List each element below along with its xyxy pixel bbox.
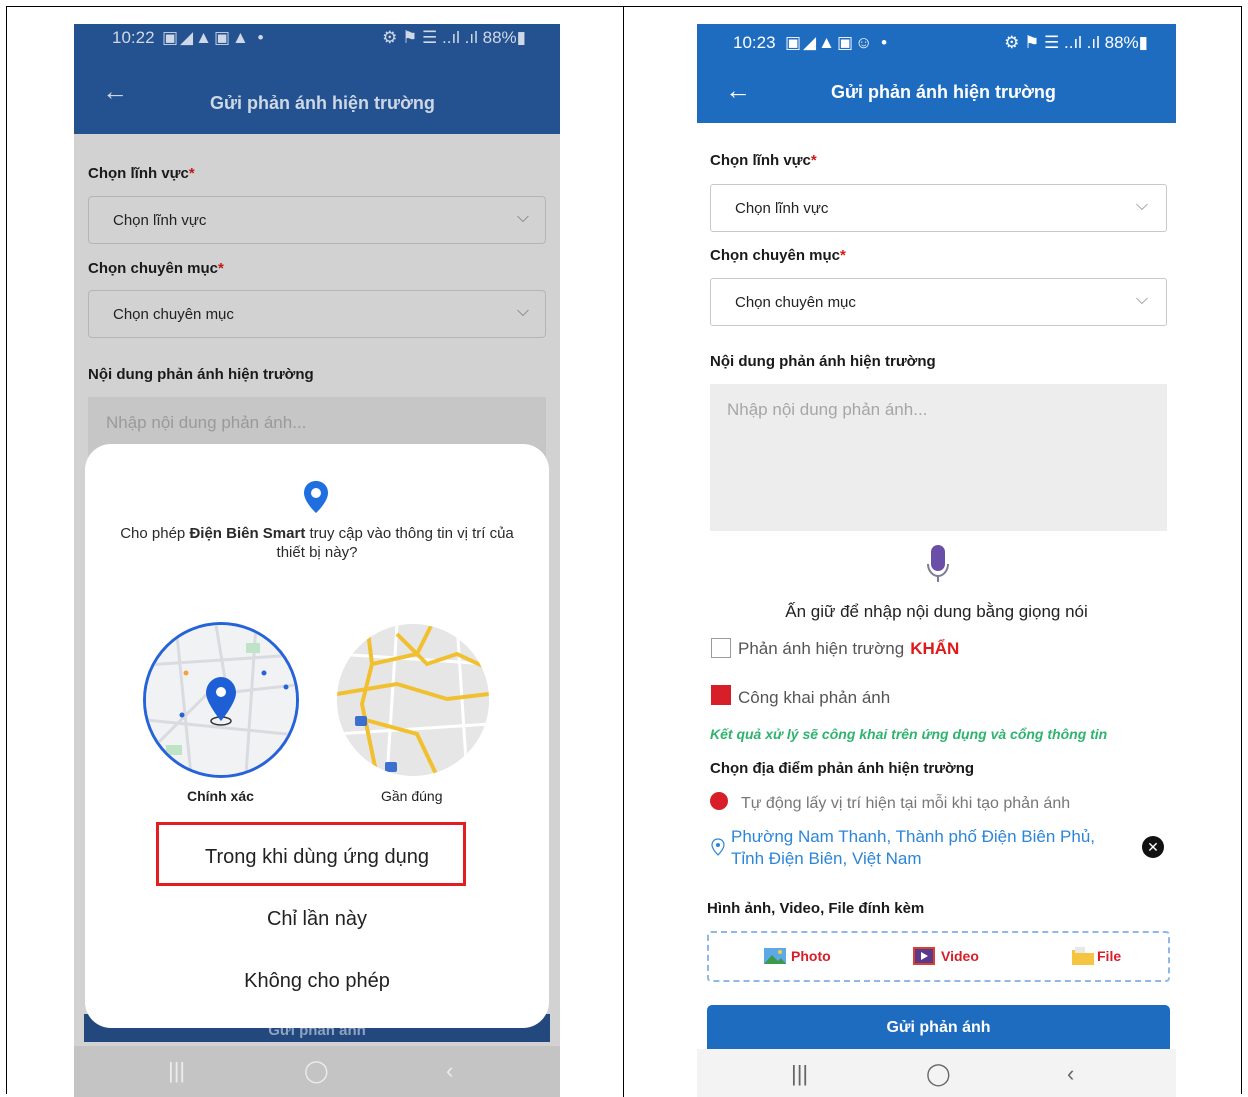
category-label: Chọn chuyên mục* [710, 247, 846, 264]
status-time: 10:22 [112, 28, 155, 47]
auto-location-radio[interactable] [710, 792, 728, 810]
field-select[interactable]: Chọn lĩnh vực ⌵ [710, 184, 1167, 232]
precise-label: Chính xác [187, 788, 254, 804]
required-mark: * [840, 247, 846, 264]
public-label: Công khai phản ánh [738, 688, 891, 707]
video-icon [913, 947, 935, 965]
category-select[interactable]: Chọn chuyên mục ⌵ [88, 290, 546, 338]
system-nav-bar: ||| ◯ ‹ [697, 1049, 1176, 1097]
field-select-value: Chọn lĩnh vực [113, 212, 207, 229]
content-placeholder: Nhập nội dung phản ánh... [727, 400, 928, 419]
required-mark: * [218, 260, 224, 277]
status-bar: 10:22 ▣◢▲▣▲ • ⚙ ⚑ ☰ ..ıl .ıl 88%▮ [74, 24, 560, 52]
voice-hint: Ấn giữ để nhập nội dung bằng giọng nói [785, 602, 1088, 621]
right-phone-screen: 10:23 ▣◢▲▣☺ • ⚙ ⚑ ☰ ..ıl .ıl 88%▮ ← Gửi … [697, 24, 1176, 1097]
location-pin-icon [304, 481, 328, 513]
content-textarea[interactable]: Nhập nội dung phản ánh... [710, 384, 1167, 531]
category-select[interactable]: Chọn chuyên mục ⌵ [710, 278, 1167, 326]
precise-location-option[interactable] [143, 622, 299, 778]
location-pin-icon [711, 838, 725, 856]
page-title: Gửi phản ánh hiện trường [831, 82, 1056, 102]
left-phone-screen: 10:22 ▣◢▲▣▲ • ⚙ ⚑ ☰ ..ıl .ıl 88%▮ ← Gửi … [74, 24, 560, 1097]
approximate-location-option[interactable] [337, 624, 489, 776]
home-icon[interactable]: ◯ [926, 1061, 951, 1087]
location-label: Chọn địa điểm phản ánh hiện trường [710, 760, 975, 777]
file-icon [1072, 947, 1094, 965]
field-select-value: Chọn lĩnh vực [735, 200, 829, 217]
app-name: Điện Biên Smart [189, 525, 306, 542]
file-button[interactable]: File [1097, 948, 1121, 964]
submit-button-label: Gửi phản ánh [886, 1019, 991, 1036]
required-mark: * [188, 165, 195, 182]
microphone-icon[interactable] [925, 544, 951, 584]
urgent-label: Phản ánh hiện trường KHẨN [738, 639, 960, 658]
auto-location-text: Tự động lấy vị trí hiện tại mỗi khi tạo … [741, 795, 1071, 812]
field-label: Chọn lĩnh vực* [88, 165, 195, 182]
content-label: Nội dung phản ánh hiện trường [710, 353, 936, 370]
category-label: Chọn chuyên mục* [88, 260, 224, 277]
status-time: 10:23 [733, 33, 776, 52]
status-bar: 10:23 ▣◢▲▣☺ • ⚙ ⚑ ☰ ..ıl .ıl 88%▮ [697, 24, 1176, 58]
submit-button[interactable]: Gửi phản ánh [707, 1005, 1170, 1049]
selected-address[interactable]: Phường Nam Thanh, Thành phố Điện Biên Ph… [731, 826, 1131, 870]
only-this-time-button[interactable]: Chỉ lần này [85, 908, 549, 931]
status-system-icons: ⚙ ⚑ ☰ ..ıl .ıl 88%▮ [1004, 33, 1148, 52]
urgent-flag: KHẨN [910, 639, 960, 658]
panel-divider [623, 6, 624, 1097]
app-bar: ← Gửi phản ánh hiện trường [74, 52, 560, 134]
attachments-box: Photo Video File [707, 931, 1170, 982]
back-arrow-icon[interactable]: ← [102, 76, 128, 107]
chevron-down-icon: ⌵ [1135, 291, 1148, 308]
system-nav-bar: ||| ◯ ‹ [74, 1046, 560, 1097]
video-button[interactable]: Video [941, 948, 979, 964]
back-icon[interactable]: ‹ [446, 1058, 453, 1084]
category-select-value: Chọn chuyên mục [113, 306, 234, 323]
home-icon[interactable]: ◯ [304, 1058, 329, 1084]
approximate-map-illustration [337, 624, 489, 776]
recent-apps-icon[interactable]: ||| [168, 1058, 185, 1084]
urgent-checkbox[interactable] [711, 638, 731, 658]
field-label: Chọn lĩnh vực* [710, 152, 817, 169]
attachments-label: Hình ảnh, Video, File đính kèm [707, 900, 925, 917]
chevron-down-icon: ⌵ [516, 209, 529, 226]
deny-button[interactable]: Không cho phép [85, 970, 549, 993]
precise-map-illustration [146, 625, 296, 775]
content-label: Nội dung phản ánh hiện trường [88, 366, 314, 383]
recent-apps-icon[interactable]: ||| [791, 1061, 808, 1087]
location-permission-dialog: Cho phép Điện Biên Smart truy cập vào th… [85, 444, 549, 1028]
content-placeholder: Nhập nội dung phản ánh... [106, 413, 307, 432]
permission-question: Cho phép Điện Biên Smart truy cập vào th… [120, 525, 514, 561]
public-note: Kết quả xử lý sẽ công khai trên ứng dụng… [710, 726, 1108, 742]
app-bar: ← Gửi phản ánh hiện trường [697, 58, 1176, 123]
clear-address-icon[interactable]: ✕ [1142, 836, 1164, 858]
status-notification-icons: ▣◢▲▣▲ • [162, 28, 266, 47]
chevron-down-icon: ⌵ [1135, 197, 1148, 214]
photo-button[interactable]: Photo [791, 948, 831, 964]
back-icon[interactable]: ‹ [1067, 1061, 1074, 1087]
page-title: Gửi phản ánh hiện trường [210, 93, 435, 113]
category-select-value: Chọn chuyên mục [735, 294, 856, 311]
chevron-down-icon: ⌵ [516, 303, 529, 320]
while-using-app-button[interactable]: Trong khi dùng ứng dụng [85, 846, 549, 869]
field-select[interactable]: Chọn lĩnh vực ⌵ [88, 196, 546, 244]
public-checkbox[interactable] [711, 685, 731, 705]
status-system-icons: ⚙ ⚑ ☰ ..ıl .ıl 88%▮ [382, 28, 526, 47]
status-notification-icons: ▣◢▲▣☺ • [785, 33, 890, 52]
photo-icon [764, 948, 786, 964]
required-mark: * [810, 152, 817, 169]
approximate-label: Gần đúng [381, 788, 443, 804]
back-arrow-icon[interactable]: ← [725, 75, 751, 106]
